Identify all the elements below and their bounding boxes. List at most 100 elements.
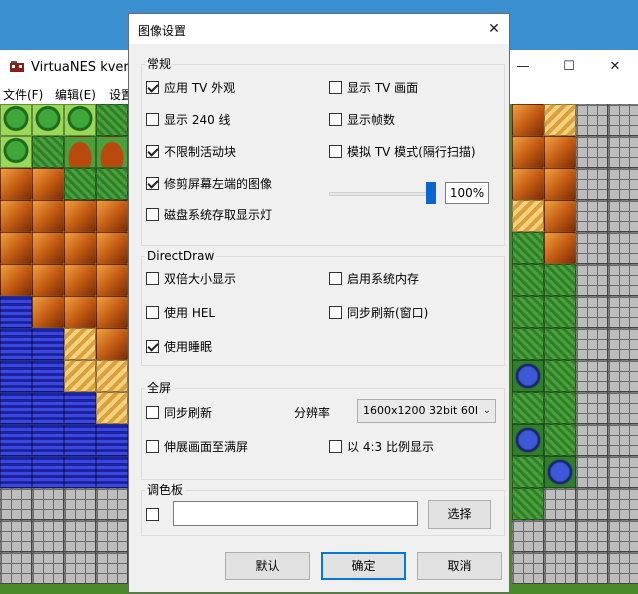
checkbox[interactable] bbox=[329, 272, 342, 285]
checkbox[interactable] bbox=[329, 306, 342, 319]
tile-grass bbox=[512, 456, 544, 488]
tile-rock bbox=[0, 232, 32, 264]
checkbox[interactable] bbox=[146, 208, 159, 221]
checkbox[interactable] bbox=[146, 145, 159, 158]
checkbox[interactable] bbox=[329, 440, 342, 453]
scanline-slider-thumb[interactable] bbox=[426, 182, 436, 204]
tile-grass bbox=[64, 168, 96, 200]
check-label: 同步刷新 bbox=[164, 406, 213, 420]
check-label: 伸展画面至满屏 bbox=[164, 440, 249, 454]
tile-brick bbox=[608, 168, 638, 200]
check-label: 显示帧数 bbox=[347, 113, 396, 127]
tile-rock bbox=[544, 232, 576, 264]
checkbox[interactable] bbox=[329, 81, 342, 94]
tile-brick bbox=[608, 488, 638, 520]
tile-brick bbox=[64, 520, 96, 552]
tile-brick bbox=[608, 232, 638, 264]
checkbox[interactable] bbox=[146, 81, 159, 94]
check-label: 双倍大小显示 bbox=[164, 272, 237, 286]
close-icon[interactable]: ✕ bbox=[479, 14, 509, 44]
checkbox[interactable] bbox=[146, 508, 159, 521]
tile-water bbox=[32, 392, 64, 424]
checkbox[interactable] bbox=[146, 177, 159, 190]
checkbox[interactable] bbox=[146, 440, 159, 453]
tile-water bbox=[32, 360, 64, 392]
tile-grass bbox=[512, 328, 544, 360]
checkbox[interactable] bbox=[329, 145, 342, 158]
tile-tree bbox=[32, 104, 64, 136]
tile-rock bbox=[96, 328, 128, 360]
tile-water bbox=[96, 424, 128, 456]
checkbox[interactable] bbox=[146, 306, 159, 319]
tile-brick bbox=[576, 200, 608, 232]
tile-rock bbox=[64, 296, 96, 328]
tile-rock bbox=[64, 200, 96, 232]
tile-rock bbox=[32, 264, 64, 296]
checkbox[interactable] bbox=[146, 406, 159, 419]
tile-brick bbox=[608, 104, 638, 136]
tile-brick bbox=[608, 392, 638, 424]
tile-rock bbox=[544, 136, 576, 168]
tile-rock bbox=[96, 232, 128, 264]
menu-file[interactable]: 文件(F) bbox=[3, 86, 43, 103]
tile-brick bbox=[608, 520, 638, 552]
app-icon bbox=[10, 61, 24, 72]
check-label: 模拟 TV 模式(隔行扫描) bbox=[347, 145, 476, 159]
tile-brick bbox=[608, 264, 638, 296]
check-label: 同步刷新(窗口) bbox=[347, 306, 429, 320]
tile-brick bbox=[608, 552, 638, 584]
checkbox[interactable] bbox=[146, 340, 159, 353]
tile-rock bbox=[544, 168, 576, 200]
default-button[interactable]: 默认 bbox=[225, 552, 310, 580]
tile-enemy bbox=[512, 424, 544, 456]
tile-rock bbox=[32, 168, 64, 200]
image-settings-dialog: 图像设置 ✕ 常规 应用 TV 外观 显示 TV 画面 显示 240 线 显示帧… bbox=[128, 13, 510, 593]
tile-brick bbox=[32, 488, 64, 520]
tile-rock bbox=[96, 264, 128, 296]
tile-brick bbox=[576, 264, 608, 296]
tile-brick bbox=[512, 520, 544, 552]
tile-enemy bbox=[512, 360, 544, 392]
tile-brick bbox=[96, 552, 128, 584]
tile-brick bbox=[0, 520, 32, 552]
scanline-slider-track[interactable] bbox=[329, 192, 431, 196]
maximize-icon[interactable]: ☐ bbox=[546, 50, 592, 84]
tile-water bbox=[32, 456, 64, 488]
check-label: 启用系统内存 bbox=[347, 272, 420, 286]
tile-brick bbox=[32, 552, 64, 584]
checkbox[interactable] bbox=[329, 113, 342, 126]
menu-edit[interactable]: 编辑(E) bbox=[55, 86, 96, 103]
close-icon[interactable]: ✕ bbox=[592, 50, 638, 84]
tile-water bbox=[0, 328, 32, 360]
tile-grass bbox=[544, 424, 576, 456]
tile-water bbox=[0, 360, 32, 392]
palette-path-input[interactable] bbox=[173, 501, 418, 526]
tile-sand bbox=[96, 360, 128, 392]
check-label: 以 4:3 比例显示 bbox=[347, 440, 434, 454]
check-label: 显示 240 线 bbox=[164, 113, 231, 127]
tile-brick bbox=[96, 520, 128, 552]
cancel-button[interactable]: 取消 bbox=[417, 552, 502, 580]
resolution-label: 分辨率 bbox=[294, 406, 331, 420]
tile-brick bbox=[608, 328, 638, 360]
tile-water bbox=[0, 424, 32, 456]
tile-rock bbox=[544, 200, 576, 232]
tile-brick bbox=[576, 520, 608, 552]
ok-button[interactable]: 确定 bbox=[321, 552, 406, 580]
checkbox[interactable] bbox=[146, 113, 159, 126]
select-palette-button[interactable]: 选择 bbox=[428, 500, 491, 529]
tile-brick bbox=[608, 360, 638, 392]
resolution-value: 1600x1200 32bit 60Hz bbox=[363, 404, 477, 417]
resolution-select[interactable]: 1600x1200 32bit 60Hz ⌄ bbox=[357, 399, 496, 423]
tile-water bbox=[32, 424, 64, 456]
tile-brick bbox=[576, 552, 608, 584]
checkbox[interactable] bbox=[146, 272, 159, 285]
emulator-title: VirtuaNES kver - bbox=[31, 60, 138, 75]
tile-water bbox=[32, 328, 64, 360]
tile-water bbox=[96, 456, 128, 488]
tile-brick bbox=[544, 520, 576, 552]
tile-water bbox=[0, 296, 32, 328]
tile-rock bbox=[512, 168, 544, 200]
check-label: 显示 TV 画面 bbox=[347, 81, 419, 95]
tile-brick bbox=[608, 136, 638, 168]
